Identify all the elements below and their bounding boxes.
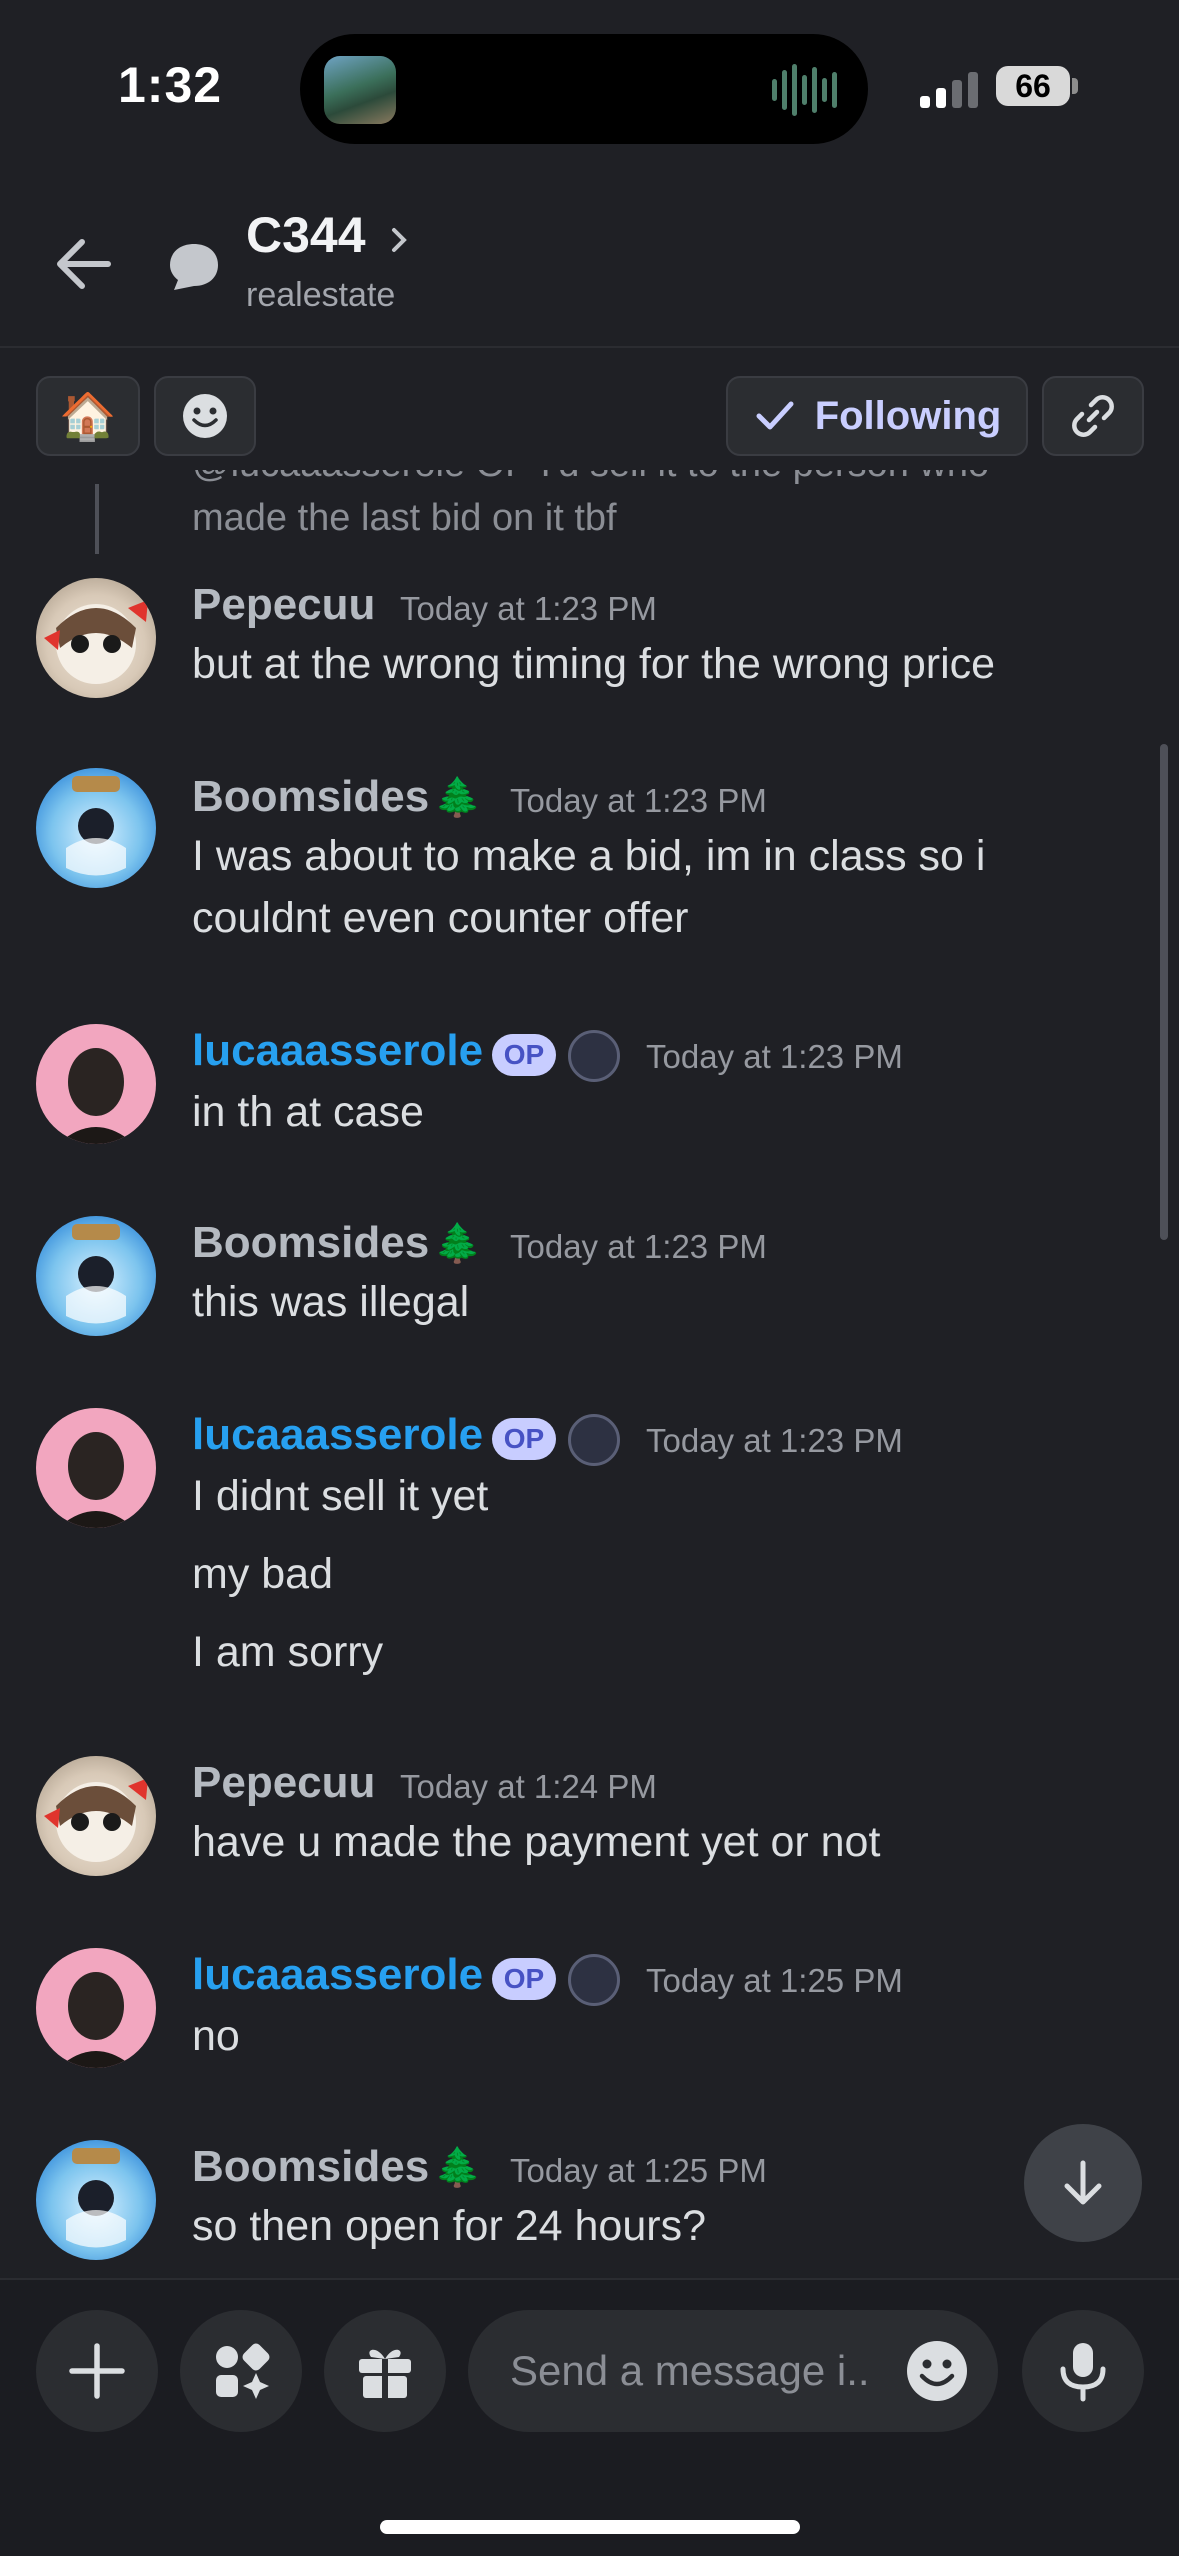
timestamp: Today at 1:23 PM [646, 1422, 903, 1459]
thread-header: C344 realestate [0, 170, 1179, 348]
avatar[interactable] [36, 1948, 156, 2068]
message-text: have u made the payment yet or not [192, 1818, 881, 1866]
author-name[interactable]: lucaaasserole [192, 1950, 483, 2000]
jump-to-bottom-button[interactable] [1024, 2124, 1142, 2242]
message-text: I was about to make a bid, im in class s… [192, 832, 986, 880]
gift-button[interactable] [324, 2310, 446, 2432]
author-name[interactable]: lucaaasserole [192, 1410, 483, 1460]
back-button[interactable] [48, 228, 120, 300]
timestamp: Today at 1:25 PM [646, 1962, 903, 1999]
message-group[interactable]: Pepecuu Today at 1:23 PM but at the wron… [0, 570, 1179, 720]
plus-icon [69, 2343, 125, 2399]
status-time: 1:32 [118, 57, 223, 113]
role-icon [568, 1030, 620, 1082]
author-name[interactable]: Boomsides [192, 2142, 429, 2192]
op-badge: OP [492, 1958, 556, 2000]
avatar[interactable] [36, 1216, 156, 1336]
avatar[interactable] [36, 578, 156, 698]
message-text: I am sorry [192, 1628, 384, 1676]
message-text: no [192, 2012, 240, 2060]
scrollbar[interactable] [1160, 744, 1168, 1240]
house-emoji: 🏠 [59, 389, 117, 442]
thread-bubble-icon [164, 236, 224, 296]
message-group[interactable]: Boomsides 🌲 Today at 1:23 PM this was il… [0, 1208, 1179, 1358]
message-group[interactable]: Boomsides 🌲 Today at 1:25 PM so then ope… [0, 2132, 1179, 2278]
message-text: my bad [192, 1550, 334, 1598]
thread-action-row: 🏠 Following [0, 350, 1179, 470]
message-text: in th at case [192, 1088, 424, 1136]
message-composer [0, 2278, 1179, 2556]
timestamp: Today at 1:23 PM [646, 1038, 903, 1075]
add-reaction-chip[interactable] [154, 376, 256, 456]
role-icon [568, 1414, 620, 1466]
timestamp: Today at 1:24 PM [400, 1768, 657, 1805]
message-text: this was illegal [192, 1278, 470, 1326]
message-group[interactable]: lucaaasserole OP Today at 1:23 PM in th … [0, 1016, 1179, 1166]
message-text: couldnt even counter offer [192, 894, 689, 942]
reply-preview-top: @lucaaasserole OP I'd sell it to the per… [192, 470, 1142, 492]
attach-button[interactable] [36, 2310, 158, 2432]
status-bar: 1:32 66 [0, 0, 1179, 170]
microphone-icon [1060, 2343, 1106, 2402]
author-name[interactable]: Pepecuu [192, 1758, 375, 1808]
message-text: but at the wrong timing for the wrong pr… [192, 640, 996, 688]
following-label: Following [814, 393, 1002, 438]
smiley-icon [183, 394, 227, 438]
now-playing-artwork [324, 56, 396, 124]
tree-decoration: 🌲 [434, 1223, 482, 1265]
home-indicator[interactable] [380, 2520, 800, 2534]
op-badge: OP [492, 1418, 556, 1460]
author-name[interactable]: lucaaasserole [192, 1026, 483, 1076]
voice-message-button[interactable] [1022, 2310, 1144, 2432]
thread-title[interactable]: C344 [246, 206, 366, 264]
message-group[interactable]: Boomsides 🌲 Today at 1:23 PM I was about… [0, 762, 1179, 962]
timestamp: Today at 1:23 PM [510, 1228, 767, 1265]
battery-tip [1072, 78, 1078, 94]
audio-waveform-icon [772, 62, 838, 118]
author-name[interactable]: Pepecuu [192, 580, 375, 630]
avatar[interactable] [36, 1024, 156, 1144]
emoji-picker-button[interactable] [904, 2338, 970, 2404]
check-icon [756, 401, 794, 430]
house-reaction-chip[interactable]: 🏠 [36, 376, 140, 456]
avatar[interactable] [36, 1756, 156, 1876]
reply-connector [95, 484, 101, 554]
message-text: so then open for 24 hours? [192, 2202, 706, 2250]
following-button[interactable]: Following [726, 376, 1028, 456]
message-group[interactable]: Pepecuu Today at 1:24 PM have u made the… [0, 1748, 1179, 1898]
message-group[interactable]: lucaaasserole OP Today at 1:23 PM I didn… [0, 1400, 1179, 1690]
author-name[interactable]: Boomsides [192, 772, 429, 822]
avatar[interactable] [36, 2140, 156, 2260]
message-list[interactable]: @lucaaasserole OP I'd sell it to the per… [0, 470, 1179, 2278]
apps-button[interactable] [180, 2310, 302, 2432]
timestamp: Today at 1:25 PM [510, 2152, 767, 2189]
reply-preview[interactable]: @lucaaasserole OP I'd sell it to the per… [192, 470, 1142, 544]
channel-name[interactable]: realestate [246, 276, 395, 315]
arrow-left-icon [57, 239, 111, 289]
message-group[interactable]: lucaaasserole OP Today at 1:25 PM no [0, 1940, 1179, 2090]
message-text: I didnt sell it yet [192, 1472, 489, 1520]
chevron-right-icon[interactable] [388, 220, 414, 260]
apps-sparkle-icon [216, 2343, 270, 2399]
avatar[interactable] [36, 1408, 156, 1528]
copy-link-button[interactable] [1042, 376, 1144, 456]
smiley-icon [907, 2341, 967, 2401]
author-name[interactable]: Boomsides [192, 1218, 429, 1268]
link-icon [1072, 395, 1114, 437]
avatar[interactable] [36, 768, 156, 888]
timestamp: Today at 1:23 PM [510, 782, 767, 819]
cellular-signal-icon [920, 68, 980, 108]
battery-indicator: 66 [996, 66, 1070, 106]
arrow-down-icon [1064, 2160, 1102, 2205]
gift-icon [359, 2349, 411, 2398]
dynamic-island[interactable] [300, 34, 868, 144]
tree-decoration: 🌲 [434, 777, 482, 819]
role-icon [568, 1954, 620, 2006]
op-badge: OP [492, 1034, 556, 1076]
reply-preview-bottom: made the last bid on it tbf [192, 497, 617, 539]
tree-decoration: 🌲 [434, 2147, 482, 2189]
timestamp: Today at 1:23 PM [400, 590, 657, 627]
